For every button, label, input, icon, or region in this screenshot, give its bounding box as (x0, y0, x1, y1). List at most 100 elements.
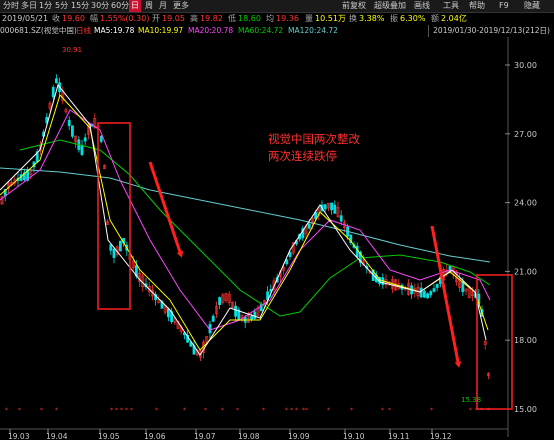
event-marker: * (5, 407, 8, 414)
event-marker: * (130, 407, 133, 414)
low-value: 18.60 (238, 14, 261, 23)
event-marker: * (295, 407, 298, 414)
candle-body (109, 244, 113, 251)
event-marker: * (115, 407, 118, 414)
avg-label: 均 (266, 14, 274, 23)
x-tick-label: 19.05 (98, 432, 120, 440)
event-marker: * (262, 407, 265, 414)
candle-body (211, 315, 215, 322)
tool-6[interactable]: 隐藏 (522, 0, 542, 12)
tool-1[interactable]: 超级叠加 (372, 0, 408, 12)
y-tick-label: 30.00 (514, 61, 537, 70)
tab-0[interactable]: 分时 (1, 0, 21, 12)
candle-body (323, 204, 327, 210)
event-marker: * (204, 407, 207, 414)
candle-body (51, 87, 55, 98)
event-marker: * (285, 407, 288, 414)
ma60-line (19, 139, 491, 317)
x-tick-label: 19.07 (194, 432, 216, 440)
tab-1[interactable]: 多日 (19, 0, 39, 12)
event-marker: * (475, 407, 478, 414)
close-label: 收 (52, 14, 60, 23)
event-marker: * (381, 407, 384, 414)
high-value: 19.82 (200, 14, 223, 23)
amplitude-value: 6.30% (400, 14, 426, 23)
event-marker: * (480, 407, 483, 414)
amount-value: 2.04亿 (441, 14, 467, 23)
y-tick-label: 18.00 (514, 336, 537, 345)
ma120-line (0, 167, 491, 263)
candle-body (426, 293, 430, 299)
event-marker: * (290, 407, 293, 414)
candle-body (119, 240, 122, 252)
tab-10[interactable]: 更多 (171, 0, 191, 12)
x-tick-label: 19.12 (430, 432, 452, 440)
candle-body (288, 252, 292, 257)
candle-body (67, 119, 71, 127)
candle-body (80, 145, 84, 155)
event-marker: * (120, 407, 123, 414)
candle-body (253, 311, 257, 319)
tab-8[interactable]: 周 (143, 0, 155, 12)
ma120-label: MA120:24.72 (288, 26, 338, 35)
amount-label: 额 (431, 14, 439, 23)
candle-body (435, 283, 439, 288)
period-toolbar: 分时 多日 1分 5分 15分 30分 60分日周月更多 前复权 超级叠加 画线 工具 帮助 F9 隐藏 (0, 0, 554, 13)
y-tick-label: 27.00 (514, 130, 537, 139)
tab-9[interactable]: 月 (157, 0, 169, 12)
candle-body (339, 215, 343, 222)
tab-5[interactable]: 30分 (89, 0, 111, 12)
annotation-text: 视觉中国两次整改 (268, 132, 360, 146)
event-marker: * (55, 407, 58, 414)
event-marker: * (125, 407, 128, 414)
change-value: 1.55%(0.30) (100, 14, 150, 23)
date-range[interactable]: 2019/01/30-2019/12/13(212日) (428, 25, 554, 37)
event-marker: * (221, 407, 224, 414)
x-tick-label: 19.06 (144, 432, 166, 440)
tab-7[interactable]: 日 (129, 0, 141, 12)
tab-3[interactable]: 5分 (53, 0, 70, 12)
tool-5[interactable]: F9 (497, 0, 511, 12)
tool-0[interactable]: 前复权 (340, 0, 368, 12)
candle-body (167, 308, 170, 318)
ma60-label: MA60:24.72 (238, 26, 284, 35)
tool-2[interactable]: 画线 (412, 0, 432, 12)
quote-bar: 2019/05/21 收 19.60 幅 1.55%(0.30) 开 19.05… (0, 13, 554, 25)
candle-body (71, 125, 74, 137)
x-tick-label: 19.10 (343, 432, 365, 440)
event-marker: * (155, 407, 158, 414)
y-tick-label: 15.00 (514, 405, 537, 414)
highlight-box-1 (97, 122, 131, 310)
candle-body (83, 137, 87, 142)
x-tick-label: 19.04 (46, 432, 68, 440)
tab-6[interactable]: 60分 (109, 0, 131, 12)
down-arrow-2-head (454, 361, 462, 368)
high-label: 30.91 (62, 46, 82, 54)
y-tick-label: 24.00 (514, 199, 537, 208)
event-marker: * (110, 407, 113, 414)
highlight-box-2 (476, 274, 513, 410)
ma10-label: MA10:19.97 (138, 26, 184, 35)
candle-body (112, 248, 116, 258)
candle-body (429, 291, 433, 296)
candle-body (330, 202, 334, 211)
candlestick-chart[interactable]: 30.00 27.00 24.00 21.00 18.00 15.00 19.03 19.04… (0, 37, 554, 440)
candle-body (99, 136, 103, 142)
turnover-value: 3.38% (359, 14, 385, 23)
turnover-label: 换 (349, 14, 357, 23)
tab-2[interactable]: 1分 (37, 0, 54, 12)
event-marker: * (430, 407, 433, 414)
x-tick-label: 19.08 (238, 432, 260, 440)
low-label: 低 (228, 14, 236, 23)
event-marker: * (487, 407, 490, 414)
candle-body (333, 204, 337, 214)
tool-4[interactable]: 帮助 (467, 0, 487, 12)
down-arrow-2 (430, 225, 460, 363)
event-marker: * (40, 407, 43, 414)
event-marker: * (18, 407, 21, 414)
tab-4[interactable]: 15分 (69, 0, 91, 12)
candle-body (419, 287, 423, 298)
tool-3[interactable]: 工具 (441, 0, 461, 12)
candle-body (432, 288, 436, 292)
stock-code: 000681.SZ(视觉中国) (0, 26, 77, 35)
